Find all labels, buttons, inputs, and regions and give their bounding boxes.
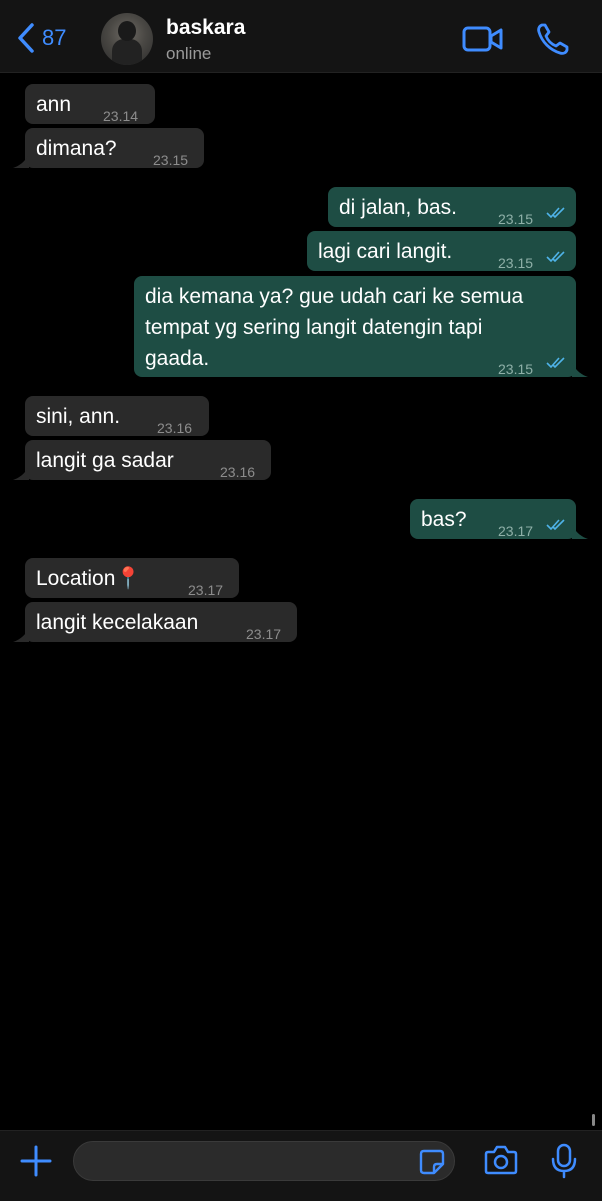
message-outgoing[interactable]: lagi cari langit. 23.15: [307, 231, 576, 271]
read-receipt-icon: [546, 357, 565, 369]
avatar[interactable]: [101, 13, 153, 65]
message-input[interactable]: [73, 1141, 455, 1181]
phone-icon[interactable]: [536, 22, 570, 56]
message-incoming[interactable]: langit kecelakaan 23.17: [13, 602, 297, 642]
message-time: 23.15: [498, 361, 534, 377]
message-outgoing[interactable]: bas? 23.17: [410, 499, 588, 539]
contact-status: online: [166, 44, 212, 63]
message-time: 23.15: [153, 152, 189, 168]
message-text: dimana?: [36, 137, 117, 160]
message-outgoing[interactable]: di jalan, bas. 23.15: [328, 187, 576, 227]
bubble-tail: [572, 525, 588, 539]
read-receipt-icon: [546, 251, 565, 263]
video-icon[interactable]: [462, 24, 504, 54]
message-incoming[interactable]: sini, ann. 23.16: [25, 396, 209, 436]
plus-icon[interactable]: [20, 1145, 52, 1177]
read-receipt-icon: [546, 207, 565, 219]
message-text: ann: [36, 93, 72, 116]
message-text: langit ga sadar: [36, 449, 174, 472]
message-text: Location📍: [36, 567, 142, 590]
message-text: langit kecelakaan: [36, 611, 199, 634]
unread-count: 87: [42, 25, 67, 50]
message-incoming[interactable]: langit ga sadar 23.16: [13, 440, 271, 480]
chat-header: 87 baskara online: [0, 0, 602, 73]
chevron-left-icon: [18, 23, 34, 53]
bubble-tail: [13, 628, 29, 642]
read-receipt-icon: [546, 519, 565, 531]
message-text: sini, ann.: [36, 405, 121, 428]
camera-icon[interactable]: [484, 1145, 518, 1175]
message-incoming[interactable]: ann 23.14: [25, 84, 155, 124]
message-text: dia kemana ya? gue udah cari ke semua te…: [145, 285, 524, 370]
bubble-tail: [572, 363, 588, 377]
scroll-indicator[interactable]: [592, 1114, 595, 1126]
message-outgoing[interactable]: dia kemana ya? gue udah cari ke semua te…: [134, 276, 588, 377]
message-text: bas?: [421, 508, 467, 531]
sticker-icon[interactable]: [419, 1149, 445, 1175]
back-button[interactable]: 87: [16, 22, 66, 54]
bubble-tail: [13, 154, 29, 168]
message-incoming[interactable]: dimana? 23.15: [13, 128, 204, 168]
compose-bar: [0, 1130, 602, 1201]
message-time: 23.17: [246, 626, 282, 642]
message-time: 23.17: [498, 523, 534, 539]
message-text: di jalan, bas.: [339, 196, 457, 219]
contact-name[interactable]: baskara: [166, 16, 245, 40]
message-location[interactable]: Location📍 23.17: [25, 558, 239, 598]
message-text: lagi cari langit.: [318, 240, 453, 263]
message-time: 23.15: [498, 255, 534, 271]
microphone-icon[interactable]: [551, 1143, 577, 1179]
message-time: 23.16: [220, 464, 256, 480]
bubble-tail: [13, 466, 29, 480]
